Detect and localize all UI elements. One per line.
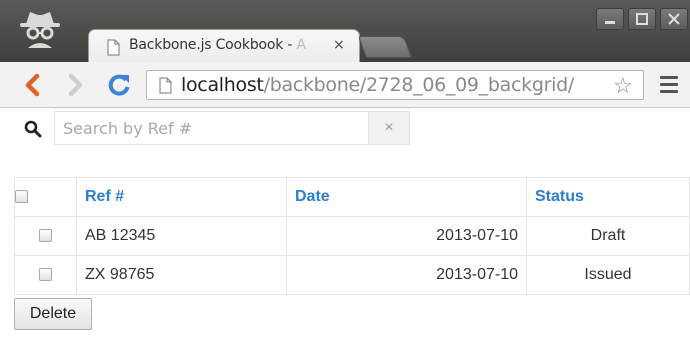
- data-grid: Ref # Date Status AB 12345 2013-07-10 Dr…: [14, 177, 690, 295]
- row-select-cell: [14, 216, 77, 256]
- page-icon: [107, 39, 120, 56]
- delete-button[interactable]: Delete: [14, 298, 92, 330]
- browser-toolbar: localhost/backbone/2728_06_09_backgrid/ …: [0, 62, 690, 108]
- search-bar: ×: [14, 111, 410, 145]
- back-arrow-icon[interactable]: [22, 72, 44, 98]
- tab-title: Backbone.js Cookbook - A: [129, 37, 306, 53]
- date-cell[interactable]: 2013-07-10: [286, 255, 527, 295]
- select-all-checkbox[interactable]: [15, 190, 28, 204]
- grid-header-row: Ref # Date Status: [14, 177, 690, 217]
- status-cell[interactable]: Issued: [526, 255, 690, 295]
- reload-icon[interactable]: [106, 72, 132, 98]
- minimize-icon: [605, 21, 615, 24]
- table-row: AB 12345 2013-07-10 Draft: [14, 216, 690, 256]
- ref-cell[interactable]: AB 12345: [76, 216, 287, 256]
- select-all-cell: [14, 177, 77, 217]
- search-input[interactable]: [54, 111, 370, 145]
- maximize-icon: [636, 13, 648, 25]
- browser-titlebar: Backbone.js Cookbook - A ×: [0, 0, 690, 63]
- hamburger-menu-icon[interactable]: [660, 76, 678, 94]
- bookmark-star-icon[interactable]: ☆: [613, 73, 633, 99]
- clear-search-button[interactable]: ×: [368, 111, 410, 145]
- close-icon: [668, 13, 680, 25]
- tab-close-icon[interactable]: ×: [333, 37, 345, 53]
- ref-cell[interactable]: ZX 98765: [76, 255, 287, 295]
- column-header-date[interactable]: Date: [286, 177, 527, 217]
- row-select-cell: [14, 255, 77, 295]
- date-cell[interactable]: 2013-07-10: [286, 216, 527, 256]
- tab-backbone-cookbook[interactable]: Backbone.js Cookbook - A ×: [88, 29, 360, 63]
- minimize-button[interactable]: [596, 8, 624, 30]
- maximize-button[interactable]: [628, 8, 656, 30]
- search-icon: [24, 120, 42, 138]
- status-cell[interactable]: Draft: [526, 216, 690, 256]
- column-header-ref[interactable]: Ref #: [76, 177, 287, 217]
- table-row: ZX 98765 2013-07-10 Issued: [14, 255, 690, 295]
- close-window-button[interactable]: [660, 8, 688, 30]
- address-bar[interactable]: localhost/backbone/2728_06_09_backgrid/ …: [146, 70, 644, 100]
- forward-arrow-icon[interactable]: [64, 72, 86, 98]
- incognito-icon: [20, 12, 60, 48]
- page-info-icon[interactable]: [159, 77, 172, 94]
- new-tab-button[interactable]: [357, 36, 413, 58]
- url-text: localhost/backbone/2728_06_09_backgrid/: [181, 74, 574, 96]
- row-checkbox[interactable]: [39, 268, 52, 282]
- row-checkbox[interactable]: [39, 229, 52, 243]
- column-header-status[interactable]: Status: [526, 177, 690, 217]
- window-controls: [596, 8, 690, 32]
